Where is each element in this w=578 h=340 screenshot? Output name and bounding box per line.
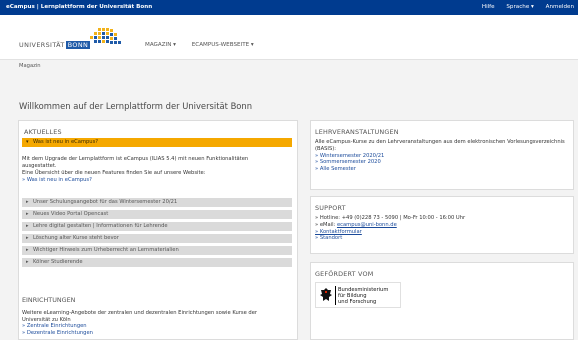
accordion-item[interactable]: Unser Schulungsangebot für das Wintersem…: [22, 198, 292, 207]
hotline-text: » Hotline: +49 (0)228 73 - 5090 | Mo-Fr …: [315, 215, 466, 221]
contact-form-link[interactable]: » Kontaktformular: [315, 229, 362, 235]
body-line: (BASIS):: [315, 145, 337, 152]
top-bar: eCampus | Lernplattform der Universität …: [0, 0, 578, 15]
logo-wordmark: UNIVERSITÄT: [19, 41, 65, 49]
accordion-item[interactable]: Löschung alter Kurse steht bevor: [22, 234, 292, 243]
central-institutions-link[interactable]: » Zentrale Einrichtungen: [22, 323, 87, 329]
accordion-item[interactable]: Lehre digital gestalten | Informationen …: [22, 222, 292, 231]
support-panel: SUPPORT » Hotline: +49 (0)228 73 - 5090 …: [310, 196, 574, 254]
whats-new-body: Mit dem Upgrade der Lernplattform ist eC…: [22, 156, 290, 184]
accordion-whats-new[interactable]: Was ist neu in eCampus?: [22, 138, 292, 147]
logo-mark-icon: [90, 28, 122, 46]
body-line: Mit dem Upgrade der Lernplattform ist eC…: [22, 156, 249, 162]
bmbf-logo[interactable]: Bundesministerium für Bildung und Forsch…: [315, 282, 401, 308]
header: UNIVERSITÄT BONN MAGAZIN ▾ ECAMPUS-WEBSEI…: [0, 15, 578, 60]
breadcrumb[interactable]: Magazin: [19, 63, 41, 69]
body-line: ausgestattet.: [22, 163, 57, 169]
decentral-institutions-link[interactable]: » Dezentrale Einrichtungen: [22, 330, 93, 336]
email-label: » eMail:: [315, 221, 337, 228]
body-line: Alle eCampus-Kurse zu den Lehrveranstalt…: [315, 139, 565, 145]
location-link[interactable]: » Standort: [315, 235, 342, 241]
help-link[interactable]: Hilfe: [482, 4, 495, 10]
body-line: Universität zu Köln: [22, 316, 71, 323]
news-title: AKTUELLES: [24, 128, 62, 136]
university-logo[interactable]: UNIVERSITÄT BONN: [19, 41, 91, 49]
accordion-item[interactable]: Kölner Studierende: [22, 258, 292, 267]
eagle-icon: [320, 288, 332, 301]
nav-ecampus-website[interactable]: ECAMPUS-WEBSEITE ▾: [192, 42, 254, 48]
logo-bonn: BONN: [65, 41, 91, 49]
logo-divider: [335, 286, 336, 305]
accordion-item[interactable]: Neues Video Portal Opencast: [22, 210, 292, 219]
email-link[interactable]: ecampus@uni-bonn.de: [337, 222, 397, 228]
site-brand[interactable]: eCampus | Lernplattform der Universität …: [6, 4, 152, 10]
summer-semester-link[interactable]: » Sommersemester 2020: [315, 159, 381, 165]
institutions-title: EINRICHTUNGEN: [22, 296, 76, 304]
main-nav: MAGAZIN ▾ ECAMPUS-WEBSEITE ▾: [145, 42, 268, 48]
logo-line: und Forschung: [338, 299, 377, 305]
support-body: » Hotline: +49 (0)228 73 - 5090 | Mo-Fr …: [315, 215, 571, 242]
funding-panel: GEFÖRDERT VOM Bundesministerium für Bild…: [310, 262, 574, 340]
whats-new-link[interactable]: » Was ist neu in eCampus?: [22, 177, 92, 183]
body-line: Weitere eLearning-Angebote der zentralen…: [22, 310, 258, 316]
page-title: Willkommen auf der Lernplattform der Uni…: [19, 101, 253, 111]
top-links: Hilfe Sprache ▾ Anmelden: [472, 4, 574, 10]
winter-semester-link[interactable]: » Wintersemester 2020/21: [315, 153, 384, 159]
courses-body: Alle eCampus-Kurse zu den Lehrveranstalt…: [315, 139, 571, 173]
body-line: Eine Übersicht über die neuen Features f…: [22, 170, 206, 176]
all-semesters-link[interactable]: » Alle Semester: [315, 166, 356, 172]
funding-title: GEFÖRDERT VOM: [315, 270, 374, 278]
login-link[interactable]: Anmelden: [546, 4, 574, 10]
support-title: SUPPORT: [315, 204, 346, 212]
institutions-body: Weitere eLearning-Angebote der zentralen…: [22, 310, 287, 336]
accordion-item[interactable]: Wichtiger Hinweis zum Urheberrecht an Le…: [22, 246, 292, 255]
email-line: » eMail: ecampus@uni-bonn.de: [315, 222, 571, 229]
bmbf-text: Bundesministerium für Bildung und Forsch…: [338, 287, 388, 305]
courses-panel: LEHRVERANSTALTUNGEN Alle eCampus-Kurse z…: [310, 120, 574, 190]
language-menu[interactable]: Sprache ▾: [506, 4, 533, 10]
courses-title: LEHRVERANSTALTUNGEN: [315, 128, 399, 136]
nav-magazin[interactable]: MAGAZIN ▾: [145, 42, 176, 48]
